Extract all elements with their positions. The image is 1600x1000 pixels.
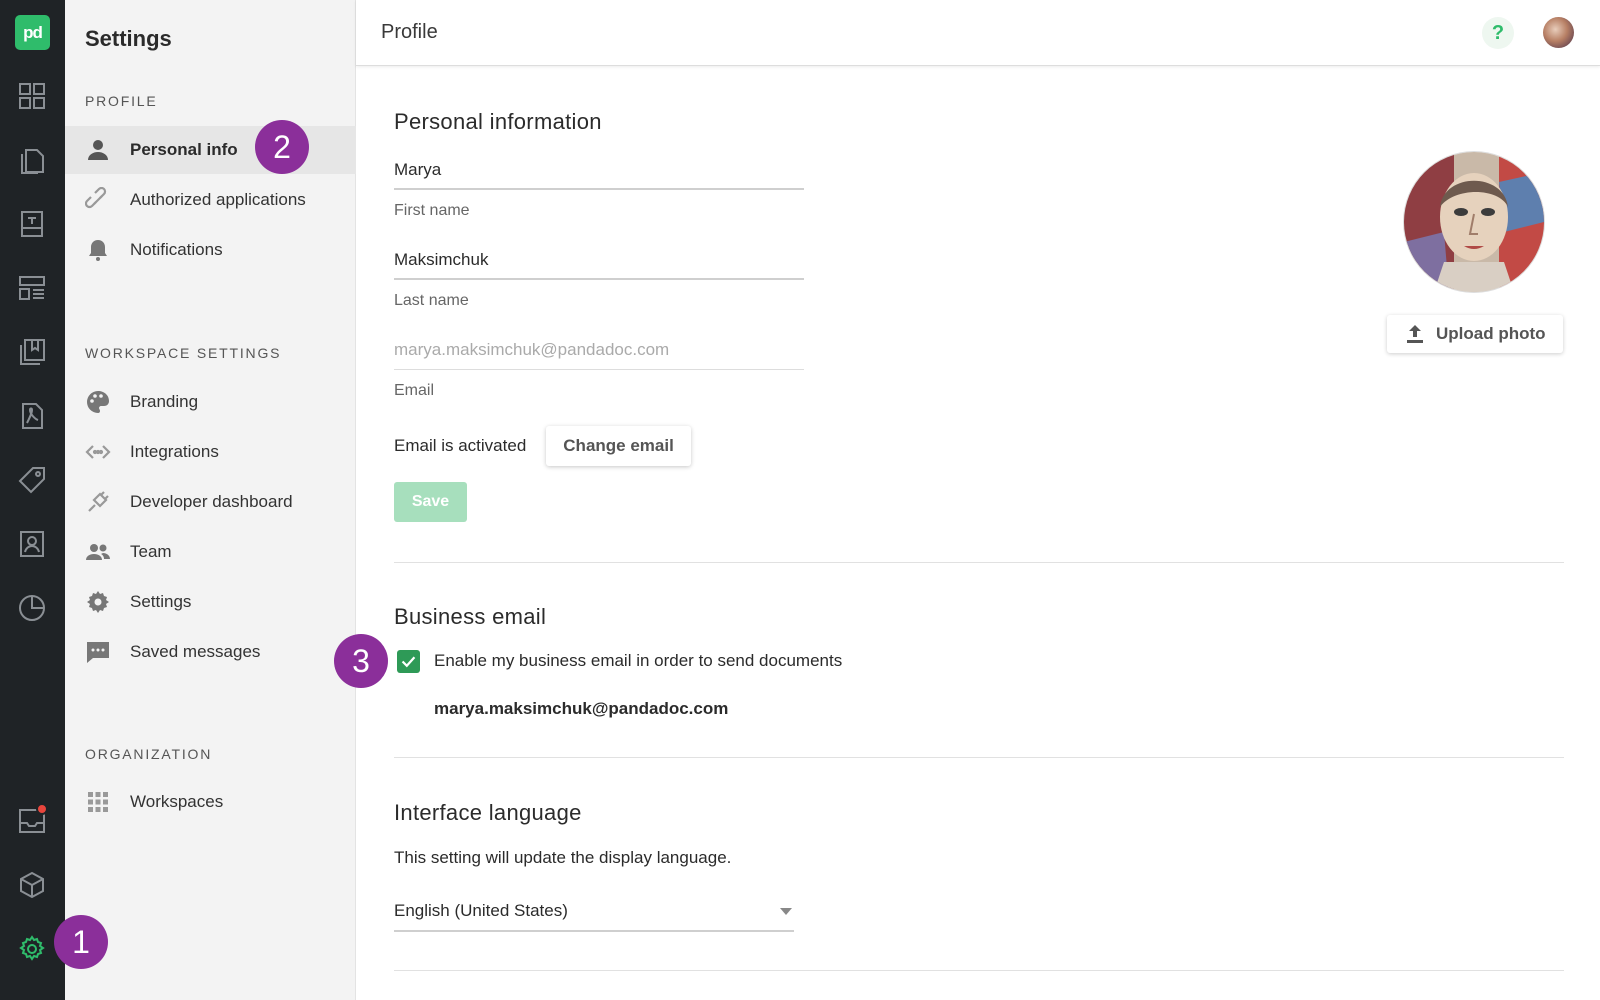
save-button[interactable]: Save — [394, 482, 467, 522]
email-status-row: Email is activated Change email — [394, 426, 691, 466]
sidebar-item-label: Personal info — [130, 140, 238, 159]
user-avatar[interactable] — [1543, 17, 1574, 48]
settings-sidebar: Settings PROFILE Personal info Authorize… — [65, 0, 356, 1000]
sidebar-item-label: Notifications — [130, 240, 223, 259]
pricing-icon[interactable] — [16, 464, 48, 496]
forms-icon[interactable] — [16, 400, 48, 432]
step-badge-1: 1 — [54, 915, 108, 969]
documents-icon[interactable] — [16, 144, 48, 176]
dashboard-icon[interactable] — [16, 80, 48, 112]
sidebar-item-label: Authorized applications — [130, 190, 306, 209]
pandadoc-logo[interactable]: pd — [15, 15, 50, 50]
first-name-label: First name — [394, 202, 470, 219]
sidebar-item-label: Settings — [130, 592, 192, 611]
email-field: marya.maksimchuk@pandadoc.com Email — [394, 336, 804, 400]
sidebar-item-developer-dashboard[interactable]: Developer dashboard — [65, 478, 356, 526]
sidebar-item-notifications[interactable]: Notifications — [65, 226, 356, 274]
link-icon — [85, 187, 115, 213]
first-name-field[interactable]: Marya First name — [394, 156, 804, 220]
contacts-icon[interactable] — [16, 528, 48, 560]
language-select-value: English (United States) — [394, 901, 568, 920]
templates-icon[interactable] — [16, 208, 48, 240]
chevron-down-icon — [780, 907, 792, 915]
sidebar-item-label: Developer dashboard — [130, 492, 293, 511]
last-name-input[interactable]: Maksimchuk — [394, 246, 804, 280]
business-email-address: marya.maksimchuk@pandadoc.com — [434, 699, 729, 718]
sidebar-item-label: Integrations — [130, 442, 219, 461]
grid-icon — [85, 789, 115, 815]
section-label-profile: PROFILE — [85, 93, 158, 109]
sidebar-title: Settings — [85, 26, 172, 51]
checkmark-icon — [401, 656, 416, 668]
sidebar-item-personal-info[interactable]: Personal info — [65, 126, 356, 174]
integrations-cube-icon[interactable] — [16, 869, 48, 901]
personal-information-heading: Personal information — [394, 109, 602, 134]
app-rail: pd — [0, 0, 65, 1000]
sidebar-item-branding[interactable]: Branding — [65, 378, 356, 426]
business-email-checkbox[interactable] — [397, 650, 420, 673]
profile-photo — [1404, 152, 1544, 292]
sidebar-item-label: Workspaces — [130, 792, 224, 811]
bell-icon — [85, 237, 115, 263]
sidebar-item-label: Team — [130, 542, 172, 561]
section-divider — [394, 562, 1564, 563]
page-header: Profile ? — [356, 0, 1600, 66]
last-name-label: Last name — [394, 292, 469, 309]
sidebar-item-settings[interactable]: Settings — [65, 578, 356, 626]
code-arrows-icon — [85, 439, 115, 465]
chat-icon — [85, 639, 115, 665]
business-email-heading: Business email — [394, 604, 547, 629]
upload-photo-button[interactable]: Upload photo — [1387, 315, 1563, 353]
language-select[interactable]: English (United States) — [394, 892, 794, 932]
content-library-icon[interactable] — [16, 272, 48, 304]
step-badge-3: 3 — [334, 634, 388, 688]
last-name-field[interactable]: Maksimchuk Last name — [394, 246, 804, 310]
email-input: marya.maksimchuk@pandadoc.com — [394, 336, 804, 370]
plug-icon — [85, 489, 115, 515]
reports-icon[interactable] — [16, 592, 48, 624]
first-name-input[interactable]: Marya — [394, 156, 804, 190]
email-status-text: Email is activated — [394, 436, 527, 455]
page-title: Profile — [381, 21, 438, 43]
person-icon — [85, 137, 115, 163]
people-icon — [85, 539, 115, 565]
sidebar-item-saved-messages[interactable]: Saved messages — [65, 628, 356, 676]
palette-icon — [85, 389, 115, 415]
catalog-icon[interactable] — [16, 336, 48, 368]
inbox-icon[interactable] — [16, 803, 48, 837]
email-label: Email — [394, 382, 435, 399]
section-divider — [394, 970, 1564, 971]
business-email-checkbox-label[interactable]: Enable my business email in order to sen… — [434, 651, 842, 671]
section-label-workspace-settings: WORKSPACE SETTINGS — [85, 345, 282, 361]
gear-icon — [85, 589, 115, 615]
notification-dot — [36, 803, 48, 815]
interface-language-description: This setting will update the display lan… — [394, 848, 732, 867]
section-divider — [394, 757, 1564, 758]
settings-gear-icon[interactable] — [16, 933, 48, 965]
sidebar-item-label: Saved messages — [130, 642, 261, 661]
sidebar-item-workspaces[interactable]: Workspaces — [65, 778, 356, 826]
sidebar-item-team[interactable]: Team — [65, 528, 356, 576]
upload-photo-label: Upload photo — [1436, 324, 1546, 343]
step-badge-2: 2 — [255, 120, 309, 174]
help-icon[interactable]: ? — [1482, 17, 1514, 49]
upload-icon — [1407, 325, 1423, 343]
change-email-button[interactable]: Change email — [546, 426, 691, 466]
sidebar-item-integrations[interactable]: Integrations — [65, 428, 356, 476]
sidebar-item-label: Branding — [130, 392, 199, 411]
interface-language-heading: Interface language — [394, 800, 582, 825]
sidebar-item-authorized-applications[interactable]: Authorized applications — [65, 176, 356, 224]
section-label-organization: ORGANIZATION — [85, 746, 213, 762]
